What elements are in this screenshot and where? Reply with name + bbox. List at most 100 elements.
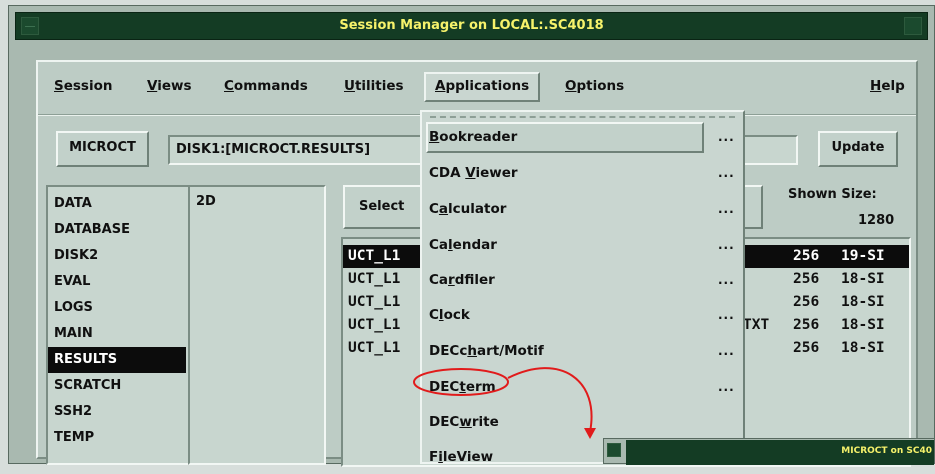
menu-item-label-pre: Ca <box>429 272 449 288</box>
menu-item-label-pre: Ca <box>429 237 449 253</box>
menu-commands[interactable]: Commands <box>224 72 308 102</box>
menu-item-label: Calendar <box>429 237 497 253</box>
menu-item-label-post: leView <box>442 449 494 465</box>
directory-item-data[interactable]: DATA <box>48 191 194 217</box>
directory-item-temp[interactable]: TEMP <box>48 425 194 451</box>
subwindow-menu-icon[interactable] <box>607 443 621 457</box>
ellipsis-icon: ... <box>718 202 735 216</box>
menu-utilities-mnemonic: U <box>344 78 355 94</box>
menu-item-label: DECwrite <box>429 414 499 430</box>
menu-item-mnemonic: V <box>465 165 476 181</box>
menu-applications[interactable]: Applications <box>424 72 541 102</box>
subdirectory-item[interactable]: 2D <box>190 187 324 213</box>
menu-item-label-post: ock <box>443 307 470 323</box>
file-ext: TXT <box>743 317 770 333</box>
ellipsis-icon: ... <box>718 238 735 252</box>
subdirectory-list[interactable]: 2D <box>188 185 326 465</box>
directory-item-ssh2[interactable]: SSH2 <box>48 399 194 425</box>
file-name: UCT_L1 <box>348 271 401 287</box>
file-date: 19-SI <box>841 248 885 264</box>
menu-views-mnemonic: V <box>147 78 158 94</box>
menu-utilities-label: tilities <box>354 78 404 94</box>
menu-commands-label: ommands <box>233 78 308 94</box>
directory-item-main[interactable]: MAIN <box>48 321 194 347</box>
menu-item-label: CDA Viewer <box>429 165 518 181</box>
host-button[interactable]: MICROCT <box>56 131 149 167</box>
menu-item-calendar[interactable]: Calendar... <box>426 230 738 262</box>
menu-item-cardfiler[interactable]: Cardfiler... <box>426 265 738 297</box>
menu-item-mnemonic: w <box>459 414 472 430</box>
microct-subwindow[interactable]: MICROCT on SC40 <box>603 438 935 465</box>
menu-utilities[interactable]: Utilities <box>344 72 404 102</box>
directory-item-eval[interactable]: EVAL <box>48 269 194 295</box>
menu-item-label-post: rite <box>471 414 499 430</box>
menu-item-label: Cardfiler <box>429 272 495 288</box>
title-bar[interactable]: Session Manager on LOCAL:.SC4018 <box>15 12 928 40</box>
menu-item-label-post: ookreader <box>439 129 518 145</box>
ellipsis-icon: ... <box>718 308 735 322</box>
file-date: 18-SI <box>841 340 885 356</box>
directory-item-results[interactable]: RESULTS <box>48 347 186 373</box>
menu-item-label: DECchart/Motif <box>429 343 544 359</box>
menu-item-label-pre: C <box>429 201 439 217</box>
menu-help[interactable]: Help <box>870 72 905 102</box>
menu-applications-mnemonic: A <box>435 78 446 94</box>
menu-item-label: DECterm <box>429 379 496 395</box>
menu-item-calculator[interactable]: Calculator... <box>426 194 738 226</box>
menu-item-label-pre: DECc <box>429 343 468 359</box>
directory-item-scratch[interactable]: SCRATCH <box>48 373 194 399</box>
file-date: 18-SI <box>841 317 885 333</box>
menu-options-label: ptions <box>576 78 625 94</box>
file-name: UCT_L1 <box>348 340 401 356</box>
menu-item-label-pre: F <box>429 449 439 465</box>
file-name: UCT_L1 <box>348 248 401 264</box>
file-date: 18-SI <box>841 294 885 310</box>
menu-item-label-pre: C <box>429 307 439 323</box>
ellipsis-icon: ... <box>718 130 735 144</box>
ellipsis-icon: ... <box>718 380 735 394</box>
file-name: UCT_L1 <box>348 317 401 333</box>
menu-item-label: Calculator <box>429 201 506 217</box>
menu-item-decchart-motif[interactable]: DECchart/Motif... <box>426 336 738 368</box>
window-title: Session Manager on LOCAL:.SC4018 <box>339 18 604 33</box>
menu-options[interactable]: Options <box>565 72 624 102</box>
menu-item-cda-viewer[interactable]: CDA Viewer... <box>426 158 738 190</box>
menu-item-label-post: art/Motif <box>476 343 544 359</box>
directory-item-database[interactable]: DATABASE <box>48 217 194 243</box>
directory-item-logs[interactable]: LOGS <box>48 295 194 321</box>
shown-size-value: 1280 <box>858 213 895 228</box>
menu-item-decterm[interactable]: DECterm... <box>426 372 738 404</box>
menu-session-mnemonic: S <box>54 78 64 94</box>
menu-item-label-pre: DEC <box>429 379 460 395</box>
file-size: 256 <box>793 317 820 333</box>
subwindow-title: MICROCT on SC40 <box>626 440 934 465</box>
ellipsis-icon: ... <box>718 166 735 180</box>
menu-item-mnemonic: B <box>429 129 440 145</box>
menu-views[interactable]: Views <box>147 72 192 102</box>
menu-item-bookreader[interactable]: Bookreader... <box>426 122 738 154</box>
menu-bar: Session Views Commands Utilities Applica… <box>48 72 908 102</box>
directory-item-disk2[interactable]: DISK2 <box>48 243 194 269</box>
file-size: 256 <box>793 248 820 264</box>
window-menu-icon[interactable] <box>21 17 39 35</box>
menu-views-label: iews <box>157 78 192 94</box>
menu-help-label: elp <box>881 78 905 94</box>
minimize-icon[interactable] <box>904 17 922 35</box>
menu-item-label-post: iewer <box>475 165 518 181</box>
menu-item-label: Clock <box>429 307 470 323</box>
menu-item-clock[interactable]: Clock... <box>426 300 738 332</box>
file-size: 256 <box>793 340 820 356</box>
menu-item-decwrite[interactable]: DECwrite <box>426 407 738 439</box>
file-name: UCT_L1 <box>348 294 401 310</box>
tear-off-line[interactable] <box>430 116 735 118</box>
menu-item-mnemonic: h <box>467 343 477 359</box>
directory-list[interactable]: DATA DATABASE DISK2 EVAL LOGS MAIN RESULTS SCRA… <box>46 185 196 465</box>
menu-item-mnemonic: r <box>448 272 455 288</box>
menu-item-label-post: endar <box>452 237 497 253</box>
menu-session[interactable]: Session <box>54 72 112 102</box>
update-button[interactable]: Update <box>818 131 898 167</box>
path-field-tail[interactable] <box>738 135 798 165</box>
menu-item-label: Bookreader <box>429 129 517 145</box>
menu-item-label: FileView <box>429 449 493 465</box>
path-field[interactable]: DISK1:[MICROCT.RESULTS] <box>168 135 428 165</box>
